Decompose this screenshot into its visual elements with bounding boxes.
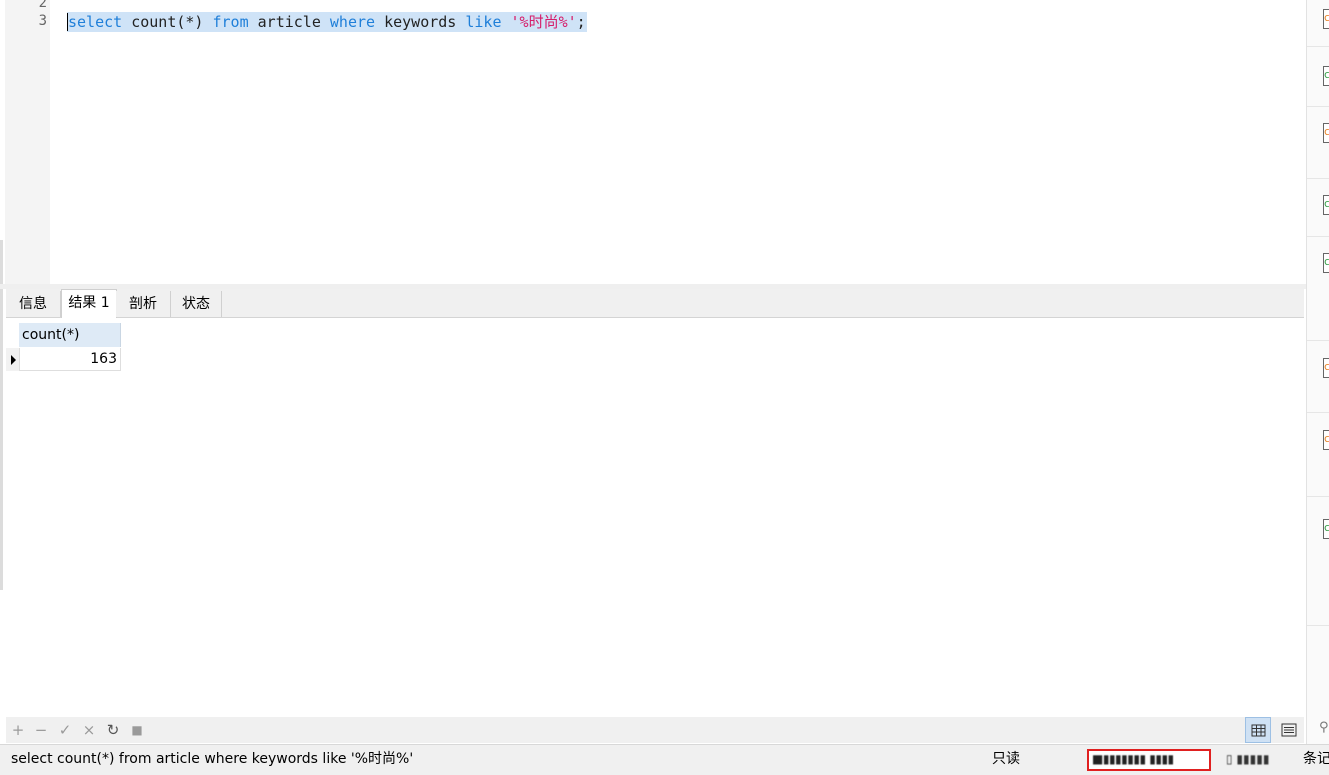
- orange-object-icon[interactable]: c: [1323, 9, 1329, 29]
- sql-token-plain: article: [248, 13, 330, 31]
- sql-token-kw: like: [465, 13, 502, 31]
- sql-token-plain: [502, 13, 511, 31]
- sql-editor[interactable]: 2 3 select count(*) from article where k…: [0, 0, 1306, 284]
- tab-info[interactable]: 信息: [6, 291, 61, 317]
- orange-object-icon[interactable]: c: [1323, 358, 1329, 378]
- grid-toolbar: + − ✓ × ↻ ■: [6, 717, 1304, 743]
- result-tabs: 信息 结果 1 剖析 状态: [6, 289, 1304, 319]
- grid-view-icon: [1251, 724, 1266, 737]
- discard-button[interactable]: ×: [80, 720, 98, 740]
- records-count: 条记: [1303, 751, 1329, 767]
- status-sql-text: select count(*) from article where keywo…: [11, 751, 414, 767]
- tab-profile[interactable]: 剖析: [116, 291, 171, 317]
- green-object-icon[interactable]: c: [1323, 253, 1329, 273]
- orange-object-icon[interactable]: c: [1323, 123, 1329, 143]
- search-icon[interactable]: ⚲: [1319, 720, 1329, 735]
- add-row-button[interactable]: +: [9, 720, 27, 740]
- sql-token-kw: from: [212, 13, 249, 31]
- result-grid[interactable]: count(*) 163: [6, 318, 1304, 716]
- status-bar: select count(*) from article where keywo…: [0, 744, 1329, 775]
- query-time-highlight: ■▮▮▮▮▮▮▮ ▮▮▮▮: [1087, 749, 1211, 771]
- stop-icon: ■: [131, 723, 143, 737]
- row-info-obscured: ▯ ▮▮▮▮▮: [1226, 752, 1270, 766]
- tab-status[interactable]: 状态: [171, 291, 222, 317]
- sql-token-kw: select: [68, 13, 123, 31]
- right-side-panel: c c c c c c c c ⚲: [1306, 0, 1329, 744]
- form-view-button[interactable]: [1276, 717, 1302, 743]
- plus-icon: +: [11, 721, 25, 739]
- line-number: 2: [38, 0, 47, 11]
- cross-icon: ×: [82, 721, 96, 739]
- result-cell[interactable]: 163: [19, 348, 121, 371]
- form-view-icon: [1281, 723, 1297, 737]
- sql-token-kw: where: [329, 13, 376, 31]
- stop-button[interactable]: ■: [128, 720, 146, 740]
- refresh-button[interactable]: ↻: [104, 720, 122, 740]
- sql-code-line[interactable]: select count(*) from article where keywo…: [67, 12, 587, 32]
- sql-token-str: '%时尚%': [510, 13, 577, 31]
- orange-object-icon[interactable]: c: [1323, 430, 1329, 450]
- refresh-icon: ↻: [106, 721, 120, 739]
- line-number: 3: [38, 13, 47, 29]
- green-object-icon[interactable]: c: [1323, 66, 1329, 86]
- apply-button[interactable]: ✓: [56, 720, 74, 740]
- minus-icon: −: [34, 721, 48, 739]
- grid-view-button[interactable]: [1245, 717, 1271, 743]
- current-row-arrow-icon: [11, 355, 16, 365]
- sql-token-plain: keywords: [375, 13, 466, 31]
- sql-token-plain: ;: [576, 13, 586, 31]
- delete-row-button[interactable]: −: [32, 720, 50, 740]
- tab-result-1[interactable]: 结果 1: [61, 289, 117, 319]
- sql-token-plain: count(*): [122, 13, 213, 31]
- text-cursor: [67, 13, 68, 31]
- query-time-obscured: ■▮▮▮▮▮▮▮ ▮▮▮▮: [1092, 752, 1174, 766]
- column-header[interactable]: count(*): [19, 323, 121, 347]
- line-number-gutter: 2 3: [5, 0, 50, 284]
- readonly-indicator: 只读: [992, 751, 1020, 767]
- check-icon: ✓: [58, 721, 72, 739]
- green-object-icon[interactable]: c: [1323, 195, 1329, 215]
- green-object-icon[interactable]: c: [1323, 519, 1329, 539]
- left-divider: [0, 240, 3, 590]
- row-indicator[interactable]: [6, 348, 20, 371]
